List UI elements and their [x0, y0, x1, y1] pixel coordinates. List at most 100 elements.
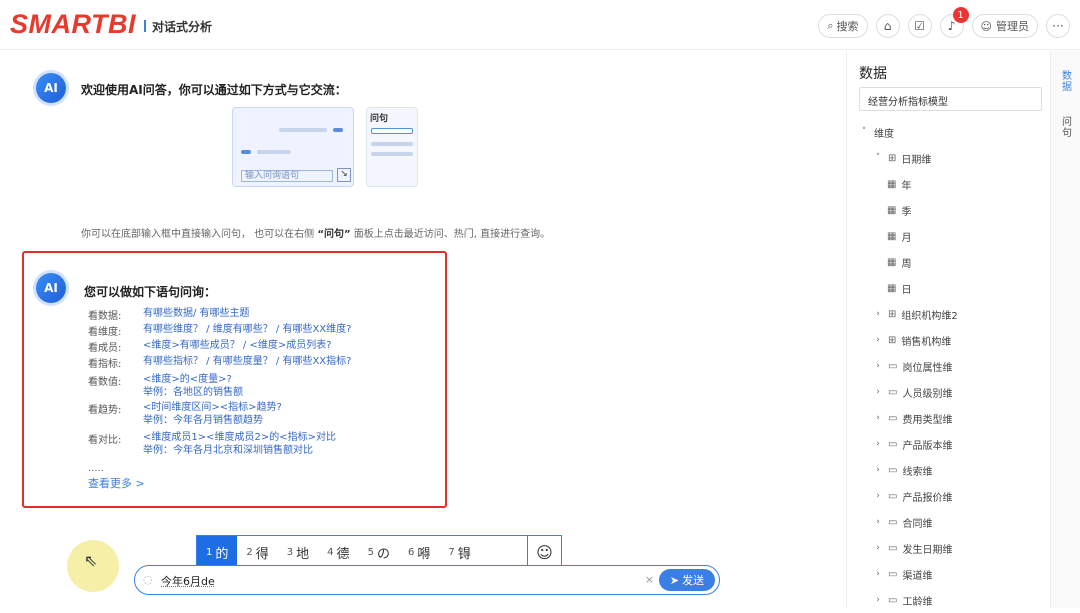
- candidate-text: の: [376, 546, 390, 562]
- folder-icon: ▭: [888, 438, 898, 450]
- tree-item[interactable]: ˅ 维度: [859, 119, 1049, 145]
- chevron-down-icon: ˅: [861, 127, 867, 137]
- suggestion-pattern: <维度>的<度量>?: [143, 374, 232, 385]
- ime-candidate-bar: 1的 2得 3地 4德 5の 6嘚 7锝 ☺: [196, 535, 562, 569]
- ime-candidate[interactable]: 1的: [197, 536, 238, 568]
- tree-item[interactable]: › ▭ 合同维: [859, 509, 1049, 535]
- suggestion-value[interactable]: 有哪些数据/ 有哪些主题: [143, 307, 250, 322]
- candidate-number: 7: [448, 546, 455, 558]
- suggestion-value[interactable]: <维度>有哪些成员？ / <维度>成员列表?: [143, 339, 332, 354]
- folder-icon: ▭: [888, 542, 898, 554]
- tree-item[interactable]: ▦ 年: [859, 171, 1049, 197]
- chevron-right-icon: ›: [876, 569, 880, 579]
- chevron-right-icon: ›: [876, 439, 880, 449]
- tree-item[interactable]: › ▭ 人员级别维: [859, 379, 1049, 405]
- search-button[interactable]: ⌕ 搜索: [818, 14, 868, 38]
- illustration-chat-card: 输入问询语句 ↘: [232, 107, 354, 187]
- tree-item-label: 日: [901, 284, 912, 296]
- tree-item-label: 合同维: [902, 518, 933, 530]
- illustration-line: [257, 150, 291, 154]
- suggestion-example: 举例：今年各月销售额趋势: [143, 415, 263, 426]
- tree-item-label: 周: [901, 258, 912, 270]
- more-button[interactable]: ···: [1046, 14, 1070, 38]
- tree-item[interactable]: › ▭ 渠道维: [859, 561, 1049, 587]
- ime-candidate[interactable]: 6嘚: [399, 536, 439, 568]
- candidate-text: 德: [336, 546, 350, 562]
- tree-item[interactable]: › ⊞ 销售机构维: [859, 327, 1049, 353]
- data-panel-title: 数据: [859, 66, 887, 82]
- suggestion-key: 看成员:: [88, 343, 122, 354]
- tree-item-label: 渠道维: [902, 570, 933, 582]
- tree-item[interactable]: › ▭ 发生日期维: [859, 535, 1049, 561]
- user-menu[interactable]: ☺ 管理员: [971, 14, 1038, 38]
- tree-item-label: 线索维: [902, 466, 933, 478]
- send-icon: ➤: [669, 573, 680, 587]
- model-select[interactable]: 经营分析指标模型: [859, 87, 1042, 111]
- tree-item[interactable]: › ▭ 工龄维: [859, 587, 1049, 613]
- mouse-pointer-icon: ⇖: [84, 551, 98, 570]
- tasks-button[interactable]: ☑: [907, 14, 932, 38]
- more-icon: ···: [1052, 19, 1064, 33]
- tree-item[interactable]: › ▭ 费用类型维: [859, 405, 1049, 431]
- suggestion-value[interactable]: <维度>的<度量>? 举例：各地区的销售额: [143, 373, 243, 399]
- chevron-right-icon: ›: [876, 413, 880, 423]
- tree-item[interactable]: › ⊞ 组织机构维2: [859, 301, 1049, 327]
- suggestion-key: 看数据:: [88, 311, 122, 322]
- tree-item[interactable]: ˅ ⊞ 日期维: [859, 145, 1049, 171]
- send-button[interactable]: ➤ 发送: [659, 569, 715, 591]
- question-input[interactable]: ◌ 今年6月de × ➤ 发送: [134, 565, 720, 595]
- suggestion-value[interactable]: <维度成员1><维度成员2>的<指标>对比 举例：今年各月北京和深圳销售额对比: [143, 431, 336, 457]
- suggestion-key: 看指标:: [88, 359, 122, 370]
- tree-item-label: 工龄维: [902, 596, 933, 608]
- tab-data[interactable]: 数据: [1060, 71, 1074, 93]
- tree-item-label: 人员级别维: [902, 388, 953, 400]
- tree-item[interactable]: › ▭ 产品版本维: [859, 431, 1049, 457]
- chat-bubble-icon: ◌: [143, 573, 153, 586]
- home-button[interactable]: ⌂: [875, 14, 900, 38]
- tab-question[interactable]: 问句: [1060, 117, 1074, 139]
- suggestion-value[interactable]: 有哪些指标？ / 有哪些度量？ / 有哪些XX指标?: [143, 355, 351, 370]
- notification-button[interactable]: ♪ 1: [939, 7, 969, 38]
- ime-candidate[interactable]: 4德: [318, 536, 358, 568]
- ime-candidate[interactable]: 7锝: [439, 536, 479, 568]
- tree-item[interactable]: › ▭ 线索维: [859, 457, 1049, 483]
- candidate-number: 5: [367, 546, 374, 558]
- hierarchy-icon: ⊞: [888, 334, 897, 346]
- tree-item-label: 发生日期维: [902, 544, 953, 556]
- illustration-ask-label: 问句: [370, 114, 389, 124]
- tree-item-label: 产品报价维: [902, 492, 953, 504]
- tree-item-label: 维度: [874, 128, 894, 140]
- tip-text-prefix: 你可以在底部输入框中直接输入问句， 也可以在右侧: [81, 229, 315, 240]
- ime-candidate[interactable]: 5の: [359, 536, 399, 568]
- suggestion-row: 看成员: <维度>有哪些成员？ / <维度>成员列表?: [88, 339, 332, 354]
- ime-candidate[interactable]: 3地: [278, 536, 318, 568]
- illustration-cursor-icon: ↘: [337, 168, 351, 182]
- clear-icon[interactable]: ×: [645, 573, 654, 586]
- candidate-number: 2: [246, 546, 253, 558]
- suggestion-key: 看对比:: [88, 435, 122, 446]
- see-more-link[interactable]: 查看更多 >: [88, 475, 145, 491]
- hierarchy-icon: ⊞: [888, 152, 897, 164]
- smartbi-logo[interactable]: SMARTBI: [10, 9, 136, 40]
- date-field-icon: ▦: [887, 256, 897, 268]
- ime-candidate[interactable]: 2得: [237, 536, 277, 568]
- app-title: 对话式分析: [152, 20, 213, 34]
- suggestion-box: AI 您可以做如下语句问询： 看数据: 有哪些数据/ 有哪些主题 看维度: 有哪…: [22, 251, 447, 508]
- notification-badge: 1: [952, 7, 969, 23]
- user-icon: ☺: [980, 19, 992, 33]
- candidate-text: 的: [215, 546, 229, 562]
- emoji-button[interactable]: ☺: [527, 536, 561, 568]
- tree-item[interactable]: ▦ 季: [859, 197, 1049, 223]
- chevron-right-icon: ›: [876, 595, 880, 605]
- suggestion-value[interactable]: <时间维度区间><指标>趋势? 举例：今年各月销售额趋势: [143, 401, 282, 427]
- tree-item[interactable]: ▦ 日: [859, 275, 1049, 301]
- suggestion-example: 举例：今年各月北京和深圳销售额对比: [143, 445, 313, 456]
- tree-item[interactable]: ▦ 周: [859, 249, 1049, 275]
- tree-item[interactable]: ▦ 月: [859, 223, 1049, 249]
- folder-icon: ▭: [888, 490, 898, 502]
- suggestion-value[interactable]: 有哪些维度？ / 维度有哪些？ / 有哪些XX维度?: [143, 323, 351, 338]
- candidate-number: 4: [327, 546, 334, 558]
- tree-item[interactable]: › ▭ 产品报价维: [859, 483, 1049, 509]
- tree-item[interactable]: › ▭ 岗位属性维: [859, 353, 1049, 379]
- send-label: 发送: [682, 574, 705, 587]
